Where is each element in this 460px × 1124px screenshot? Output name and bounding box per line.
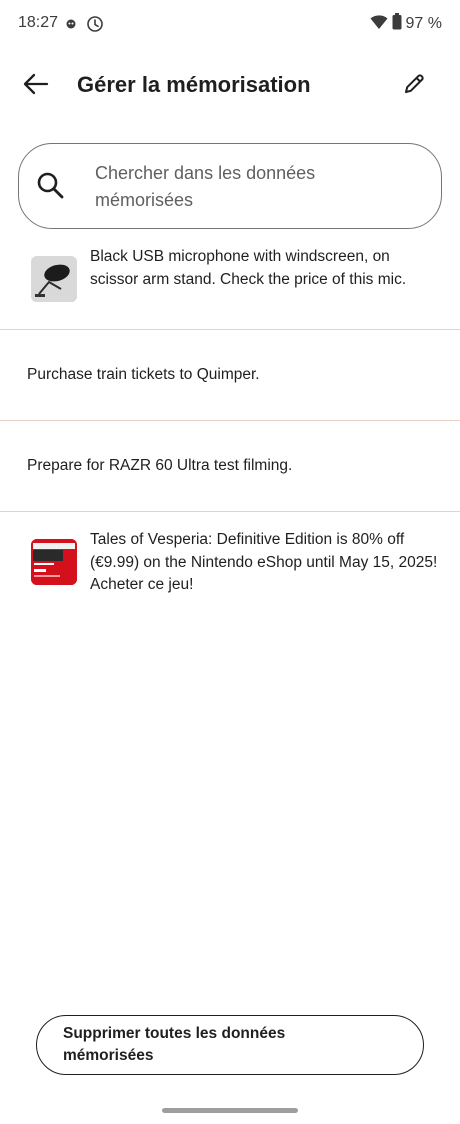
- search-placeholder: Chercher dans les données mémorisées: [95, 163, 316, 210]
- edit-button[interactable]: [396, 68, 432, 104]
- memory-item[interactable]: Black USB microphone with windscreen, on…: [0, 240, 460, 330]
- status-left-icons: [64, 15, 104, 38]
- memory-text: Prepare for RAZR 60 Ultra test filming.: [27, 457, 293, 474]
- battery-percentage: 97 %: [405, 15, 442, 32]
- battery-icon: [392, 13, 402, 35]
- memory-list: Black USB microphone with windscreen, on…: [0, 240, 460, 602]
- memory-item[interactable]: Tales of Vesperia: Definitive Edition is…: [0, 512, 460, 602]
- eshop-thumbnail: [31, 539, 77, 585]
- app-bar: Gérer la mémorisation: [0, 60, 460, 112]
- wifi-icon: [370, 14, 388, 35]
- memory-item[interactable]: Purchase train tickets to Quimper.: [0, 330, 460, 421]
- delete-all-label: Supprimer toutes les données mémorisées: [63, 1025, 286, 1064]
- status-right: 97 %: [370, 13, 442, 35]
- search-input[interactable]: Chercher dans les données mémorisées: [18, 143, 442, 229]
- gesture-navigation-bar[interactable]: [162, 1108, 298, 1113]
- memory-text: Black USB microphone with windscreen, on…: [90, 248, 407, 288]
- pencil-icon: [402, 72, 426, 101]
- page-title: Gérer la mémorisation: [77, 72, 311, 97]
- clock-icon: [86, 15, 104, 38]
- status-time: 18:27: [18, 14, 59, 31]
- notification-icon: [64, 17, 78, 36]
- microphone-thumbnail: [31, 256, 77, 302]
- delete-all-button[interactable]: Supprimer toutes les données mémorisées: [36, 1015, 424, 1075]
- memory-item[interactable]: Prepare for RAZR 60 Ultra test filming.: [0, 421, 460, 512]
- memory-text: Purchase train tickets to Quimper.: [27, 366, 260, 383]
- back-button[interactable]: [18, 68, 54, 104]
- status-bar: 18:27 97 %: [0, 0, 460, 48]
- search-icon: [35, 170, 65, 200]
- memory-text: Tales of Vesperia: Definitive Edition is…: [90, 531, 438, 593]
- arrow-left-icon: [23, 73, 49, 100]
